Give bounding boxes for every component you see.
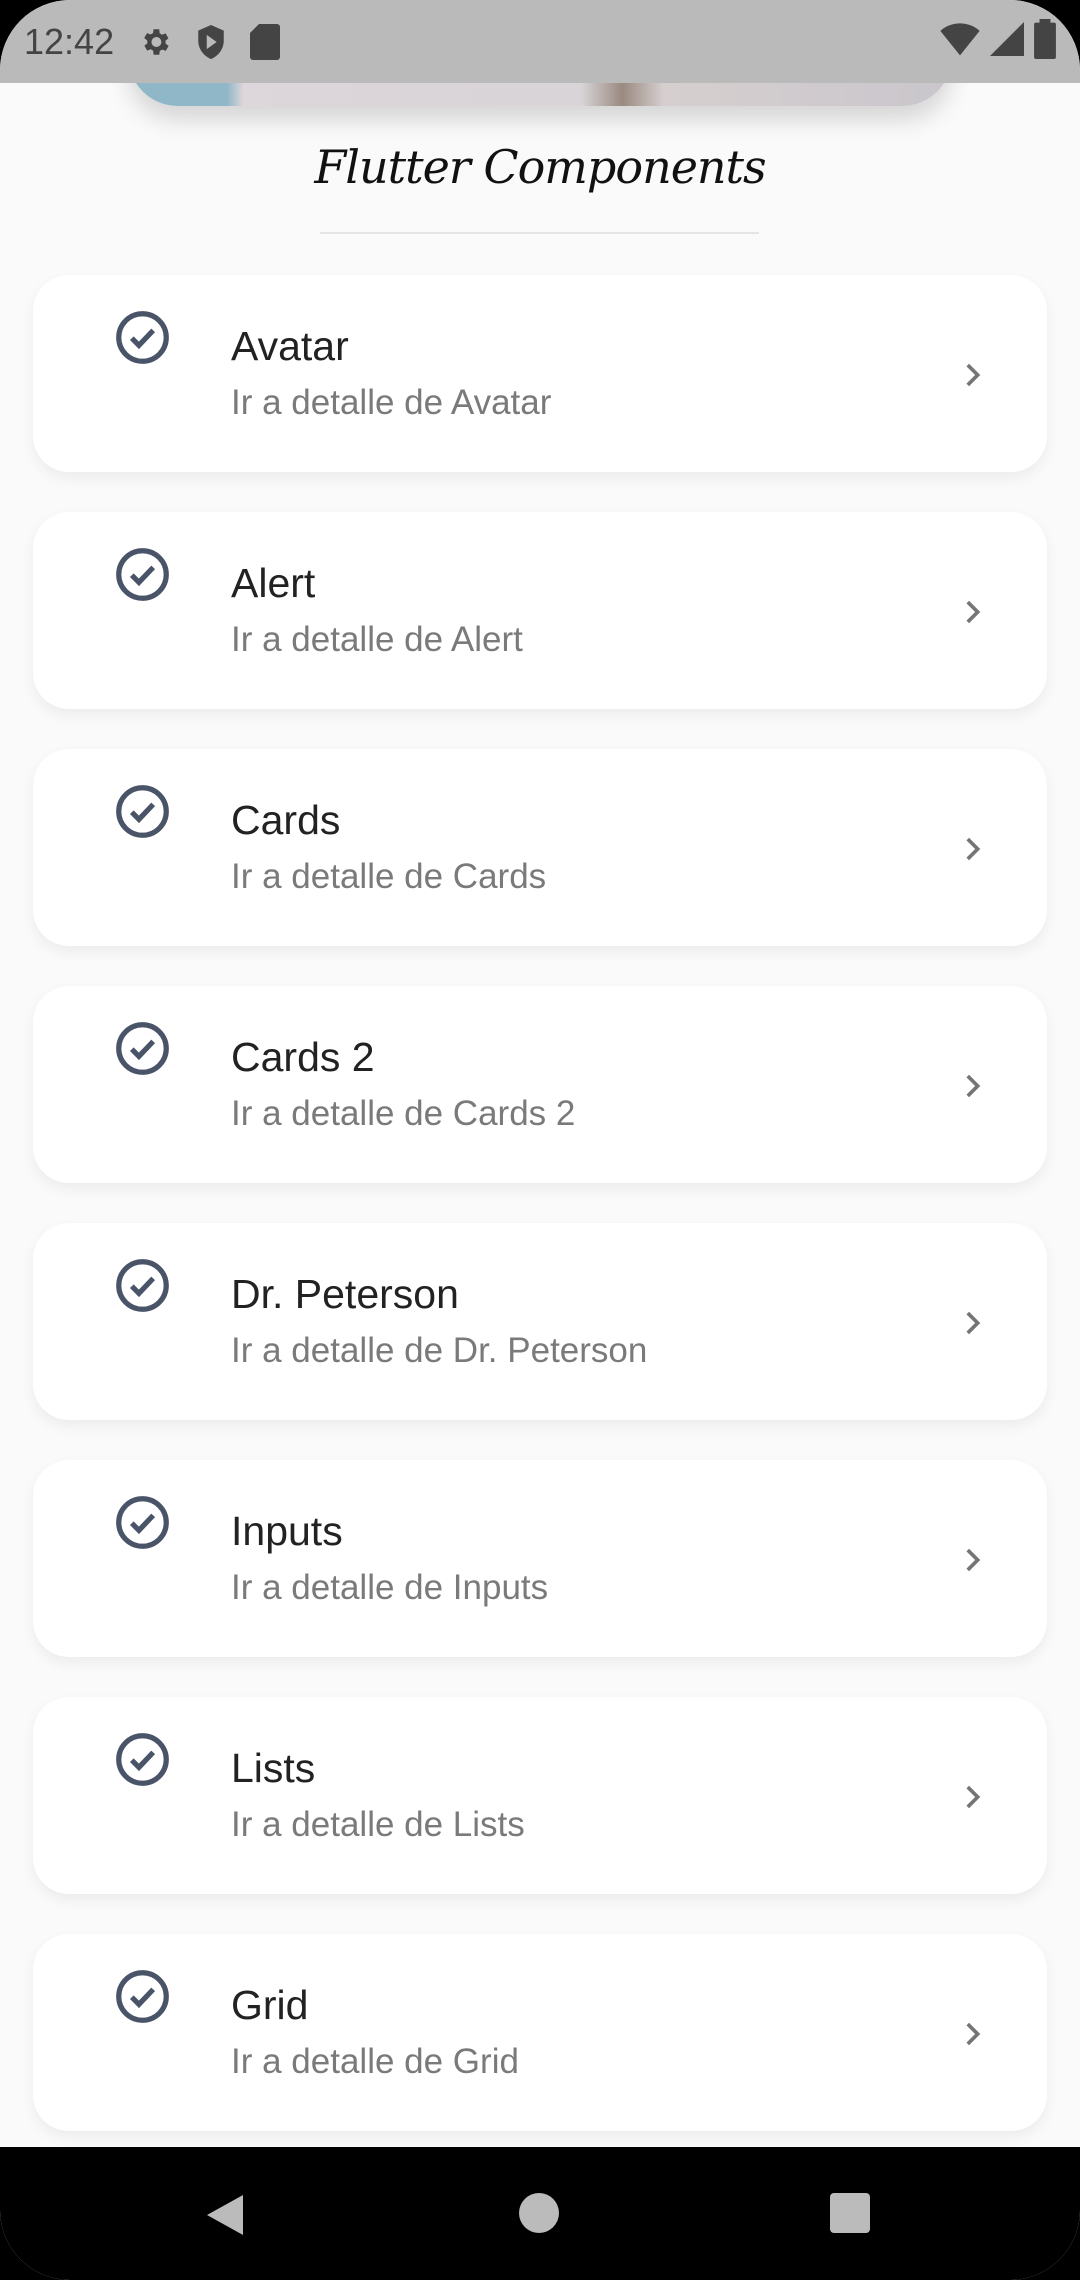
item-subtitle: Ir a detalle de Alert bbox=[231, 620, 523, 659]
item-subtitle: Ir a detalle de Lists bbox=[231, 1805, 525, 1844]
item-title: Inputs bbox=[231, 1508, 343, 1554]
chevron-right-icon bbox=[955, 2017, 989, 2056]
navigation-bar bbox=[0, 2147, 1080, 2280]
check-circle-icon bbox=[114, 546, 171, 608]
chevron-right-icon bbox=[955, 1780, 989, 1819]
wifi-icon bbox=[940, 21, 980, 62]
chevron-right-icon bbox=[955, 1069, 989, 1108]
item-subtitle: Ir a detalle de Inputs bbox=[231, 1568, 549, 1607]
list-item-lists[interactable]: Lists Ir a detalle de Lists bbox=[33, 1697, 1047, 1894]
battery-icon bbox=[1034, 19, 1056, 64]
check-circle-icon bbox=[114, 1257, 171, 1319]
check-circle-icon bbox=[114, 1731, 171, 1793]
check-circle-icon bbox=[114, 1494, 171, 1556]
list-item-alert[interactable]: Alert Ir a detalle de Alert bbox=[33, 512, 1047, 709]
gear-icon bbox=[138, 25, 172, 59]
check-circle-icon bbox=[114, 309, 171, 371]
list-item-avatar[interactable]: Avatar Ir a detalle de Avatar bbox=[33, 275, 1047, 472]
item-title: Avatar bbox=[231, 323, 349, 369]
item-subtitle: Ir a detalle de Cards 2 bbox=[231, 1094, 576, 1133]
item-subtitle: Ir a detalle de Grid bbox=[231, 2042, 519, 2081]
item-title: Grid bbox=[231, 1982, 309, 2028]
page-title: Flutter Components bbox=[314, 140, 766, 194]
screen: 12:42 Flutter Components Avatar Ir a det… bbox=[0, 0, 1080, 2280]
chevron-right-icon bbox=[955, 1306, 989, 1345]
item-title: Cards 2 bbox=[231, 1034, 375, 1080]
item-subtitle: Ir a detalle de Dr. Peterson bbox=[231, 1331, 648, 1370]
chevron-right-icon bbox=[955, 832, 989, 871]
shield-play-icon bbox=[194, 23, 228, 61]
chevron-right-icon bbox=[955, 358, 989, 397]
check-circle-icon bbox=[114, 1020, 171, 1082]
list-item-cards-2[interactable]: Cards 2 Ir a detalle de Cards 2 bbox=[33, 986, 1047, 1183]
list-item-dr-peterson[interactable]: Dr. Peterson Ir a detalle de Dr. Peterso… bbox=[33, 1223, 1047, 1420]
home-button[interactable] bbox=[519, 2193, 559, 2233]
chevron-right-icon bbox=[955, 595, 989, 634]
item-title: Dr. Peterson bbox=[231, 1271, 459, 1317]
item-title: Lists bbox=[231, 1745, 316, 1791]
list-item-cards[interactable]: Cards Ir a detalle de Cards bbox=[33, 749, 1047, 946]
item-subtitle: Ir a detalle de Cards bbox=[231, 857, 547, 896]
list-item-grid[interactable]: Grid Ir a detalle de Grid bbox=[33, 1934, 1047, 2131]
item-title: Cards bbox=[231, 797, 341, 843]
check-circle-icon bbox=[114, 783, 171, 845]
chevron-right-icon bbox=[955, 1543, 989, 1582]
item-subtitle: Ir a detalle de Avatar bbox=[231, 383, 552, 422]
list-item-inputs[interactable]: Inputs Ir a detalle de Inputs bbox=[33, 1460, 1047, 1657]
sd-card-icon bbox=[250, 23, 281, 60]
status-time: 12:42 bbox=[24, 20, 115, 62]
item-title: Alert bbox=[231, 560, 316, 606]
status-bar: 12:42 bbox=[0, 0, 1080, 83]
check-circle-icon bbox=[114, 1968, 171, 2030]
back-button[interactable] bbox=[207, 2195, 243, 2235]
signal-icon bbox=[990, 21, 1024, 62]
divider bbox=[320, 232, 759, 234]
recents-button[interactable] bbox=[830, 2193, 870, 2233]
